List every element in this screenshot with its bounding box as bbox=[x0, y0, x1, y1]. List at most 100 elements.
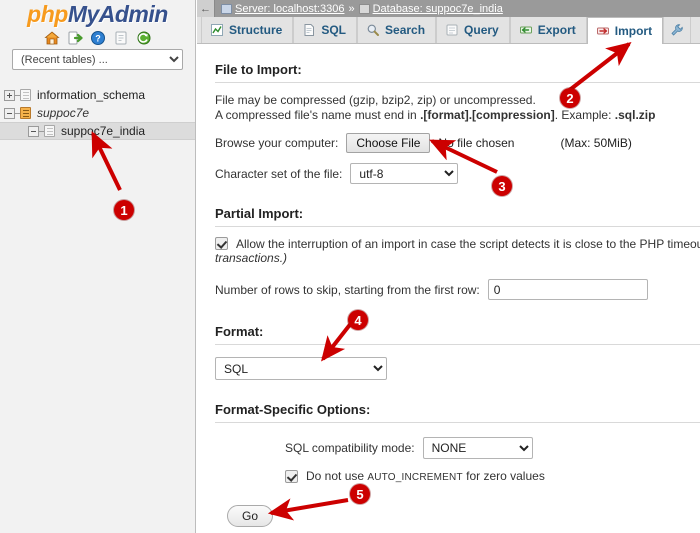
file-import-format-token: .[format].[compression] bbox=[420, 108, 555, 122]
expander-plus-icon[interactable] bbox=[4, 89, 15, 101]
go-row: Go bbox=[227, 505, 700, 527]
structure-icon bbox=[210, 23, 224, 37]
phpmyadmin-window: phpMyAdmin ? (Recent tables) ... informa… bbox=[0, 0, 700, 533]
breadcrumb-server-label: Server: localhost:3306 bbox=[235, 2, 345, 15]
no-file-chosen-text: No file chosen bbox=[438, 136, 515, 150]
skip-rows-input[interactable] bbox=[487, 279, 648, 300]
section-format-specific-title: Format-Specific Options: bbox=[215, 402, 371, 417]
database-icon bbox=[20, 89, 31, 101]
breadcrumb-database-label: Database: suppoc7e_india bbox=[372, 2, 503, 15]
tree-item-information-schema[interactable]: information_schema bbox=[0, 86, 195, 104]
browse-label: Browse your computer: bbox=[215, 136, 339, 150]
tab-label: SQL bbox=[321, 23, 347, 37]
divider bbox=[215, 82, 700, 83]
tree-item-label: suppoc7e_india bbox=[61, 124, 146, 138]
query-icon bbox=[445, 23, 459, 37]
tree-item-label: information_schema bbox=[37, 88, 146, 102]
server-icon bbox=[221, 3, 232, 14]
file-import-description: File may be compressed (gzip, bzip2, zip… bbox=[215, 93, 700, 123]
logo-php: php bbox=[27, 1, 68, 27]
skip-rows-row: Number of rows to skip, starting from th… bbox=[215, 279, 700, 300]
phpmyadmin-logo: phpMyAdmin bbox=[0, 0, 195, 26]
section-file-to-import-title: File to Import: bbox=[215, 62, 302, 77]
expander-minus-icon[interactable] bbox=[28, 125, 39, 137]
breadcrumb-server[interactable]: Server: localhost:3306 bbox=[221, 3, 344, 15]
auto-increment-checkbox[interactable] bbox=[285, 469, 298, 483]
annotation-badge-1: 1 bbox=[114, 200, 134, 220]
sql-icon bbox=[302, 23, 316, 37]
allow-interruption-row[interactable]: Allow the interruption of an import in c… bbox=[215, 237, 700, 251]
tab-label: Export bbox=[537, 23, 576, 37]
allow-interruption-checkbox[interactable] bbox=[215, 237, 228, 250]
go-button[interactable]: Go bbox=[227, 505, 274, 527]
documentation-icon[interactable] bbox=[113, 30, 129, 46]
tab-import[interactable]: Import bbox=[586, 17, 664, 44]
logout-icon[interactable] bbox=[67, 30, 83, 46]
compat-mode-label: SQL compatibility mode: bbox=[285, 441, 415, 455]
home-icon[interactable] bbox=[43, 30, 60, 46]
annotation-badge-3: 3 bbox=[492, 176, 512, 196]
tree-item-suppoc7e[interactable]: suppoc7e bbox=[0, 104, 195, 122]
tab-operations[interactable] bbox=[663, 17, 692, 43]
breadcrumb: ← Server: localhost:3306 » Database: sup… bbox=[197, 0, 700, 17]
tab-export[interactable]: Export bbox=[509, 17, 587, 43]
auto-increment-pre: Do not use bbox=[306, 469, 368, 483]
tab-bar: Structure SQL Search Query Export Import bbox=[197, 17, 700, 44]
recent-tables-wrap: (Recent tables) ... bbox=[0, 49, 195, 70]
expander-minus-icon[interactable] bbox=[4, 107, 15, 119]
database-icon bbox=[44, 125, 55, 137]
tab-structure[interactable]: Structure bbox=[201, 17, 294, 43]
compat-mode-select[interactable]: NONE bbox=[422, 437, 533, 459]
import-icon bbox=[596, 24, 610, 38]
help-icon[interactable]: ? bbox=[90, 30, 106, 46]
main-panel: ← Server: localhost:3306 » Database: sup… bbox=[197, 0, 700, 533]
format-select[interactable]: SQL bbox=[215, 357, 387, 380]
charset-label: Character set of the file: bbox=[215, 166, 343, 181]
format-row: SQL bbox=[215, 357, 700, 380]
auto-increment-label: Do not use AUTO_INCREMENT for zero value… bbox=[306, 469, 545, 483]
auto-increment-code: AUTO_INCREMENT bbox=[367, 472, 463, 483]
annotation-badge-2: 2 bbox=[560, 88, 580, 108]
tab-label: Structure bbox=[229, 23, 283, 37]
tab-search[interactable]: Search bbox=[357, 17, 437, 43]
divider bbox=[215, 344, 700, 345]
file-import-example-token: .sql.zip bbox=[614, 108, 656, 122]
allow-interruption-label-continued: transactions.) bbox=[215, 251, 288, 265]
tab-label: Search bbox=[385, 23, 426, 37]
compat-mode-row: SQL compatibility mode: NONE bbox=[285, 437, 700, 459]
sidebar-icon-row: ? bbox=[0, 26, 195, 49]
logo-my: My bbox=[67, 1, 99, 27]
annotation-badge-5: 5 bbox=[350, 484, 370, 504]
max-size-note: (Max: 50MiB) bbox=[560, 136, 632, 150]
wrench-icon bbox=[670, 23, 684, 37]
tab-sql[interactable]: SQL bbox=[293, 17, 358, 43]
browse-row: Browse your computer: Choose File No fil… bbox=[215, 133, 700, 153]
back-button[interactable]: ← bbox=[197, 0, 215, 17]
skip-rows-label: Number of rows to skip, starting from th… bbox=[215, 282, 480, 297]
tab-label: Import bbox=[614, 24, 653, 38]
database-icon bbox=[358, 3, 370, 14]
choose-file-button[interactable]: Choose File bbox=[346, 133, 431, 153]
breadcrumb-separator: » bbox=[348, 2, 355, 15]
navigation-sidebar: phpMyAdmin ? (Recent tables) ... informa… bbox=[0, 0, 196, 533]
auto-increment-post: for zero values bbox=[462, 469, 545, 483]
tab-label: Query bbox=[464, 23, 499, 37]
database-tree: information_schema suppoc7e suppoc7e_ind… bbox=[0, 86, 195, 140]
tree-item-suppoc7e-india[interactable]: suppoc7e_india bbox=[0, 122, 195, 140]
charset-select[interactable]: utf-8 bbox=[350, 163, 459, 184]
section-format-title: Format: bbox=[215, 324, 264, 339]
recent-tables-select[interactable]: (Recent tables) ... bbox=[12, 49, 183, 70]
tree-item-label: suppoc7e bbox=[37, 106, 90, 120]
file-import-line2-mid: . Example: bbox=[554, 108, 615, 122]
breadcrumb-database[interactable]: Database: suppoc7e_india bbox=[358, 2, 503, 15]
search-icon bbox=[366, 23, 380, 37]
charset-row: Character set of the file: utf-8 bbox=[215, 163, 700, 184]
annotation-badge-4: 4 bbox=[348, 310, 368, 330]
file-import-line2-pre: A compressed file's name must end in bbox=[215, 108, 421, 122]
reload-icon[interactable] bbox=[136, 30, 152, 46]
tab-query[interactable]: Query bbox=[436, 17, 510, 43]
export-icon bbox=[519, 23, 533, 37]
auto-increment-row[interactable]: Do not use AUTO_INCREMENT for zero value… bbox=[285, 469, 700, 483]
allow-interruption-label: Allow the interruption of an import in c… bbox=[236, 237, 700, 251]
file-import-line1: File may be compressed (gzip, bzip2, zip… bbox=[215, 93, 536, 107]
